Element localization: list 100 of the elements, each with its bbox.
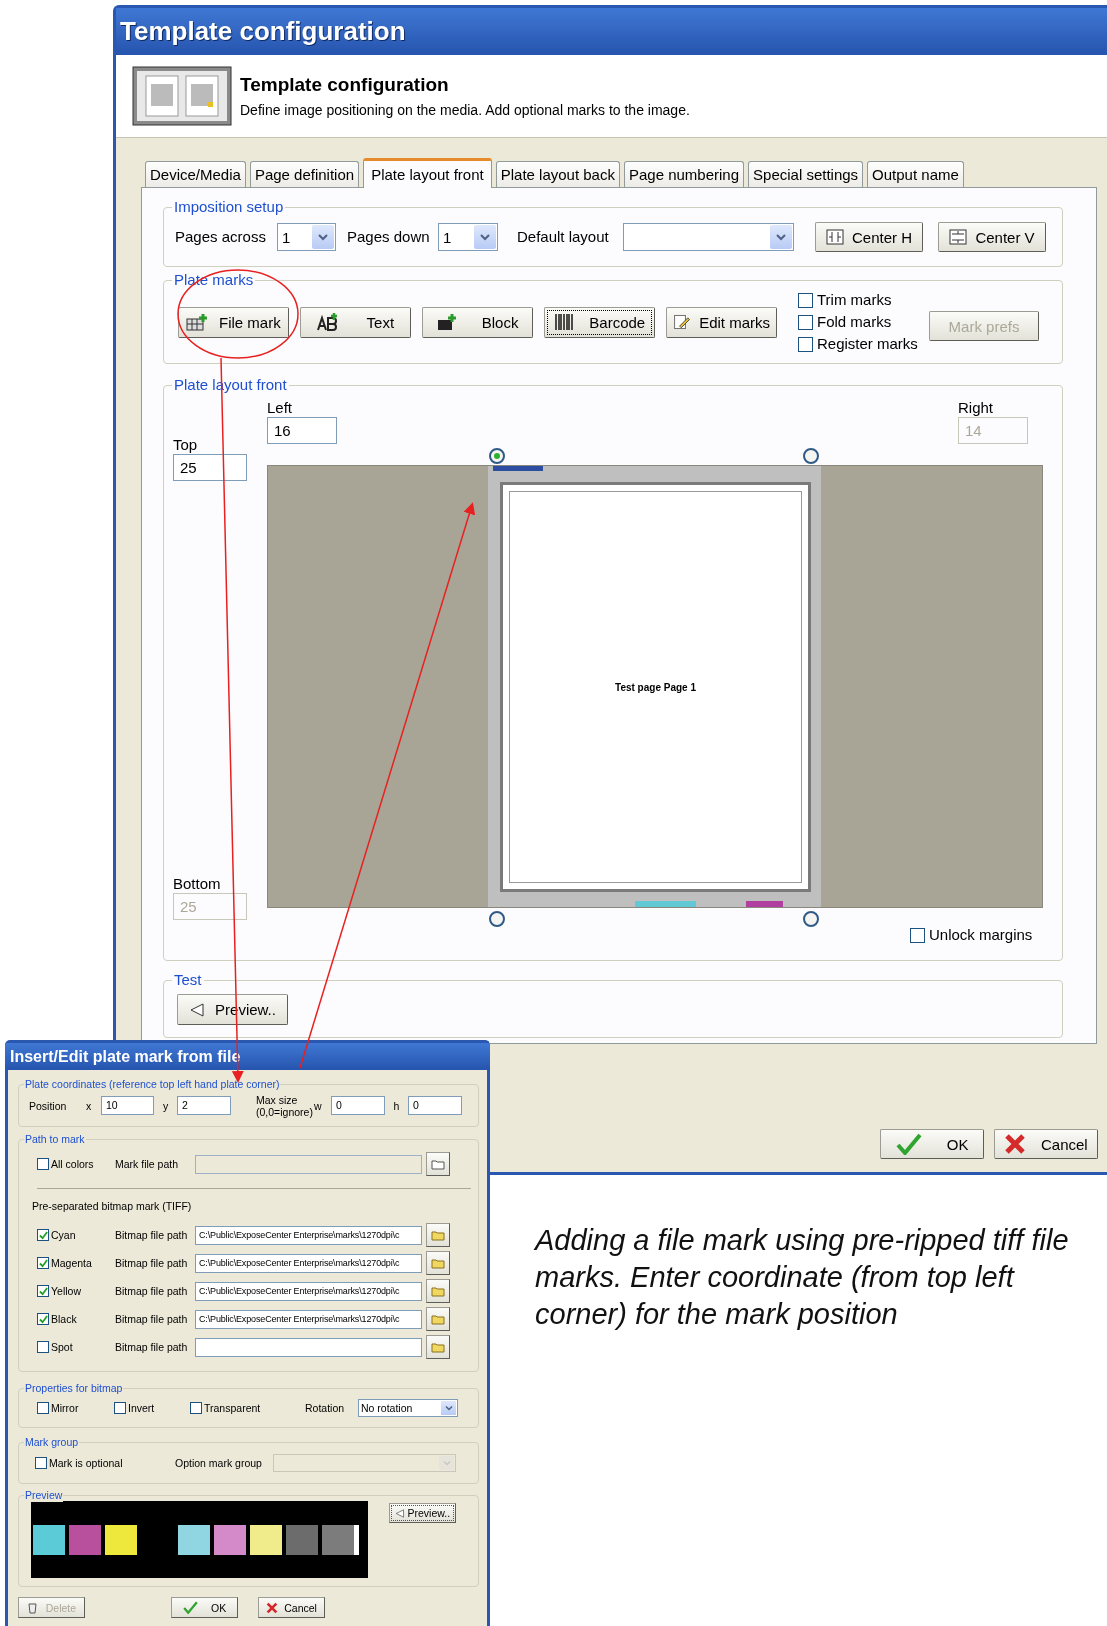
checkbox-label: Mark is optional [49,1457,123,1469]
rotation-combo[interactable]: No rotation [358,1399,458,1417]
block-plus-icon [436,313,459,331]
checkbox[interactable] [798,292,813,308]
tab[interactable]: Plate layout front [363,158,492,188]
folder-icon [431,1158,445,1170]
checkbox[interactable] [37,1285,49,1297]
folder-icon [431,1341,445,1353]
folder-icon [431,1257,445,1269]
checkbox[interactable] [798,314,813,330]
group-legend: Preview [24,1489,64,1502]
left-field[interactable]: 16 [267,417,337,444]
field-label: Max size [256,1093,299,1106]
tab[interactable]: Page numbering [623,161,745,187]
mark-path-field[interactable] [195,1154,422,1174]
center-vertical-icon [949,229,968,245]
checkbox[interactable] [114,1402,126,1414]
checkbox[interactable] [190,1402,202,1414]
checkbox-label: Magenta [51,1257,92,1269]
section-title: Pre-separated bitmap mark (TIFF) [32,1199,193,1214]
browse-button[interactable] [426,1335,450,1359]
dropdown-icon [770,225,792,249]
field-label: Bottom [173,875,222,893]
browse-button[interactable] [426,1152,450,1176]
tab[interactable]: Output name [867,161,964,187]
field-label: Bitmap file path [115,1313,189,1325]
dialog-button[interactable]: Cancel [994,1129,1098,1159]
field-label: Default layout [517,228,610,246]
corner-handle[interactable] [803,448,819,464]
field-label: Pages across [175,228,267,246]
tab[interactable]: Device/Media [145,161,246,187]
top-field[interactable]: 25 [173,454,247,481]
checkbox-label: Trim marks [817,291,892,309]
folder-icon [431,1285,445,1297]
mark-button[interactable]: Text [300,306,411,338]
dropdown-icon [441,1401,456,1415]
barcode-icon [553,313,576,331]
bitmap-path-field[interactable]: C:\Public\ExposeCenter Enterprise\marks\1270dpi\c [195,1225,422,1245]
field-label: Option mark group [175,1457,263,1469]
checkbox[interactable] [37,1257,49,1269]
corner-handle[interactable] [489,448,505,464]
checkbox[interactable] [37,1313,49,1325]
mark-button[interactable]: Edit marks [666,306,777,338]
mark-button[interactable]: Block [422,306,533,338]
bitmap-path-field[interactable]: C:\Public\ExposeCenter Enterprise\marks\1270dpi\c [195,1309,422,1329]
mark-bar [746,901,783,907]
field-label: y [161,1099,170,1112]
checkbox-label: Spot [51,1341,73,1353]
x-field[interactable]: 10 [101,1096,154,1115]
browse-button[interactable] [426,1223,450,1247]
tab[interactable]: Special settings [748,161,864,187]
group-legend: Properties for bitmap [24,1382,124,1395]
checkbox[interactable] [37,1158,49,1170]
tab[interactable]: Page definition [249,161,360,187]
pages-across-combo[interactable]: 1 [277,223,336,251]
checkbox-label: Cyan [51,1229,76,1241]
mark-button[interactable]: File mark [178,306,289,338]
checkbox[interactable] [35,1457,47,1469]
checkbox[interactable] [37,1229,49,1241]
bitmap-path-field[interactable]: C:\Public\ExposeCenter Enterprise\marks\1270dpi\c [195,1253,422,1273]
height-field[interactable]: 0 [408,1096,462,1115]
default-layout-combo[interactable] [623,223,794,251]
field-label: Bitmap file path [115,1257,189,1269]
mark-button[interactable]: Barcode [544,306,655,338]
browse-button[interactable] [426,1279,450,1303]
checkbox-label: Transparent [204,1402,261,1414]
field-label: x [86,1099,93,1112]
field-label: Rotation [305,1402,346,1414]
folder-icon [431,1229,445,1241]
center-button[interactable]: Center H [815,222,923,252]
checkbox[interactable] [798,336,813,352]
bitmap-path-field[interactable]: C:\Public\ExposeCenter Enterprise\marks\1270dpi\c [195,1281,422,1301]
browse-button[interactable] [426,1251,450,1275]
preview-button[interactable]: Preview.. [389,1503,456,1523]
checkbox[interactable] [37,1341,49,1353]
bitmap-path-field[interactable] [195,1337,422,1357]
checkbox-label: All colors [51,1158,94,1170]
dropdown-icon [439,1456,454,1470]
checkbox-label: Fold marks [817,313,892,331]
tab[interactable]: Plate layout back [495,161,620,187]
dialog-button[interactable]: OK [880,1129,984,1159]
center-button[interactable]: Center V [938,222,1046,252]
dialog-button[interactable]: OK [171,1597,238,1618]
checkbox-label: Yellow [51,1285,81,1297]
corner-handle[interactable] [489,911,505,927]
dropdown-icon [312,225,334,249]
field-label: Left [267,399,294,417]
y-field[interactable]: 2 [177,1096,231,1115]
pages-down-combo[interactable]: 1 [438,223,498,251]
text-plus-icon [316,313,339,331]
corner-handle[interactable] [803,911,819,927]
group-legend: Mark group [24,1436,80,1449]
browse-button[interactable] [426,1307,450,1331]
field-label: Top [173,436,199,454]
checkbox-label: Unlock margins [929,926,1033,944]
checkbox[interactable] [910,927,925,943]
width-field[interactable]: 0 [331,1096,385,1115]
checkbox[interactable] [37,1402,49,1414]
page-text: Test page Page 1 [615,681,696,693]
dialog-button[interactable]: Cancel [258,1597,325,1618]
